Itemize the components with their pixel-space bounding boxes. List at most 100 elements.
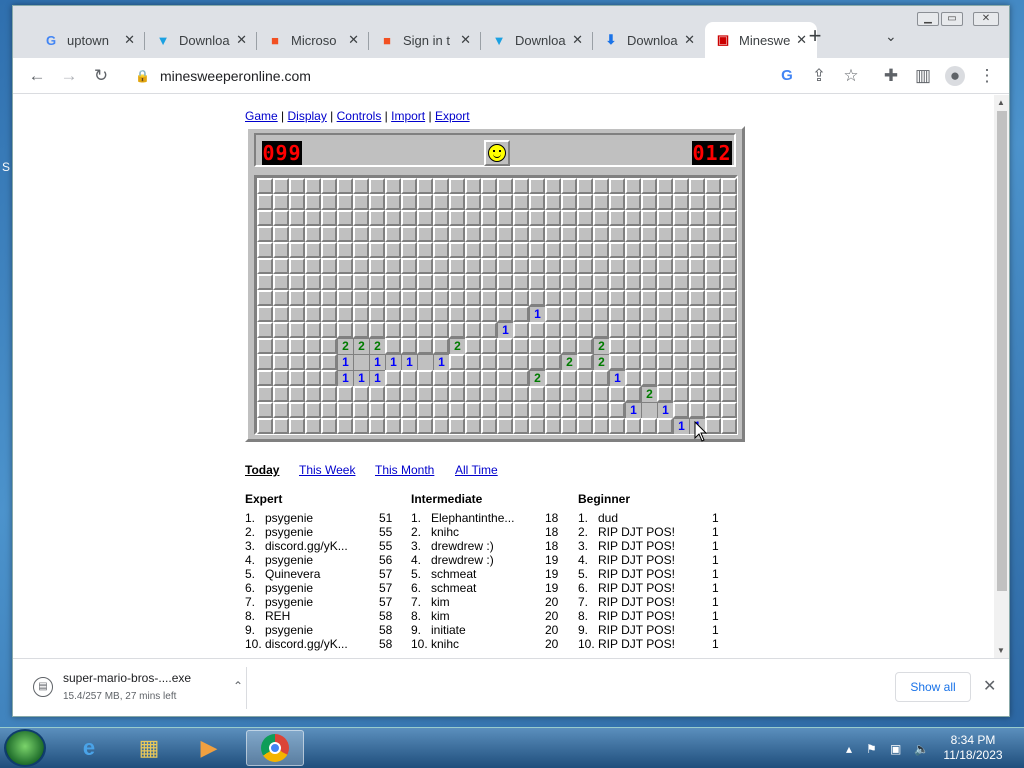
- board-cell[interactable]: [593, 210, 609, 226]
- board-cell[interactable]: [417, 210, 433, 226]
- address-bar[interactable]: 🔒 minesweeperonline.com: [125, 60, 845, 92]
- board-cell[interactable]: [257, 418, 273, 434]
- board-cell[interactable]: [401, 306, 417, 322]
- board-cell[interactable]: [417, 226, 433, 242]
- board-cell[interactable]: [305, 290, 321, 306]
- board-cell[interactable]: [721, 274, 737, 290]
- board-cell[interactable]: [481, 210, 497, 226]
- show-all-button[interactable]: Show all: [895, 672, 971, 702]
- board-cell[interactable]: [481, 338, 497, 354]
- board-cell[interactable]: [417, 338, 433, 354]
- board-cell[interactable]: [449, 274, 465, 290]
- board-cell[interactable]: [401, 258, 417, 274]
- board-cell[interactable]: [401, 386, 417, 402]
- board-cell[interactable]: [465, 226, 481, 242]
- board-cell[interactable]: [257, 274, 273, 290]
- media-player-icon[interactable]: ▶: [184, 730, 234, 766]
- board-cell[interactable]: [289, 194, 305, 210]
- board-cell[interactable]: [305, 306, 321, 322]
- period-this-month[interactable]: This Month: [375, 463, 434, 477]
- board-cell[interactable]: [705, 226, 721, 242]
- board-cell[interactable]: [673, 194, 689, 210]
- board-cell[interactable]: [545, 290, 561, 306]
- board-cell[interactable]: [657, 290, 673, 306]
- board-cell-open[interactable]: [641, 402, 657, 418]
- board-cell[interactable]: [417, 322, 433, 338]
- board-cell[interactable]: [481, 306, 497, 322]
- board-cell[interactable]: [433, 178, 449, 194]
- board-cell[interactable]: [593, 370, 609, 386]
- board-cell[interactable]: [625, 418, 641, 434]
- board-cell[interactable]: [273, 242, 289, 258]
- board-cell[interactable]: [705, 242, 721, 258]
- internet-explorer-icon[interactable]: e: [64, 730, 114, 766]
- board-cell[interactable]: [561, 418, 577, 434]
- board-cell[interactable]: [513, 338, 529, 354]
- board-cell[interactable]: [721, 290, 737, 306]
- board-cell[interactable]: [289, 338, 305, 354]
- board-cell[interactable]: [545, 370, 561, 386]
- board-cell[interactable]: [353, 306, 369, 322]
- board-cell[interactable]: [577, 370, 593, 386]
- board-cell[interactable]: [657, 274, 673, 290]
- board-cell[interactable]: [257, 178, 273, 194]
- board-cell[interactable]: [689, 226, 705, 242]
- board-cell[interactable]: [609, 402, 625, 418]
- board-cell[interactable]: [513, 226, 529, 242]
- board-cell[interactable]: [433, 322, 449, 338]
- scrollbar-thumb[interactable]: [997, 111, 1007, 591]
- board-cell[interactable]: [721, 338, 737, 354]
- board-cell[interactable]: [673, 274, 689, 290]
- board-cell[interactable]: [497, 338, 513, 354]
- board-cell[interactable]: [609, 194, 625, 210]
- board-cell[interactable]: [401, 402, 417, 418]
- close-tab-icon[interactable]: ✕: [124, 32, 135, 48]
- maximize-button[interactable]: ▭: [941, 12, 963, 26]
- board-cell[interactable]: [513, 402, 529, 418]
- board-cell[interactable]: [593, 226, 609, 242]
- board-cell[interactable]: [609, 178, 625, 194]
- board-cell[interactable]: [433, 370, 449, 386]
- board-cell[interactable]: [385, 194, 401, 210]
- board-cell[interactable]: [273, 226, 289, 242]
- board-cell[interactable]: [257, 226, 273, 242]
- board-cell[interactable]: [465, 194, 481, 210]
- board-cell[interactable]: [657, 194, 673, 210]
- action-center-icon[interactable]: ⚑: [866, 742, 877, 756]
- menu-export[interactable]: Export: [435, 109, 470, 123]
- board-cell[interactable]: [305, 418, 321, 434]
- board-cell[interactable]: [481, 242, 497, 258]
- board-cell[interactable]: [657, 322, 673, 338]
- board-cell[interactable]: [465, 338, 481, 354]
- board-cell[interactable]: [705, 290, 721, 306]
- period-today[interactable]: Today: [245, 463, 279, 477]
- board-cell[interactable]: [513, 322, 529, 338]
- board-cell[interactable]: [433, 338, 449, 354]
- board-cell[interactable]: [497, 354, 513, 370]
- board-cell[interactable]: [673, 322, 689, 338]
- board-cell[interactable]: [545, 274, 561, 290]
- forward-icon[interactable]: →: [59, 66, 79, 86]
- board-cell[interactable]: [673, 242, 689, 258]
- board-cell[interactable]: [593, 242, 609, 258]
- board-cell[interactable]: [289, 306, 305, 322]
- tab-3[interactable]: ■ Microso ✕: [257, 22, 369, 58]
- board-cell[interactable]: [401, 274, 417, 290]
- board-cell[interactable]: [337, 402, 353, 418]
- board-cell[interactable]: [513, 242, 529, 258]
- board-cell[interactable]: [369, 322, 385, 338]
- board-cell[interactable]: [657, 210, 673, 226]
- board-cell[interactable]: [305, 386, 321, 402]
- board-cell[interactable]: [545, 338, 561, 354]
- board-cell[interactable]: [417, 178, 433, 194]
- board-cell[interactable]: [369, 306, 385, 322]
- board-cell[interactable]: [577, 226, 593, 242]
- board-cell[interactable]: [385, 370, 401, 386]
- board-cell[interactable]: [545, 386, 561, 402]
- board-cell[interactable]: [337, 194, 353, 210]
- board-cell[interactable]: [385, 258, 401, 274]
- board-cell-open[interactable]: 2: [353, 338, 369, 354]
- board-cell[interactable]: [593, 194, 609, 210]
- board-cell[interactable]: [465, 178, 481, 194]
- board-cell-open[interactable]: 2: [593, 354, 609, 370]
